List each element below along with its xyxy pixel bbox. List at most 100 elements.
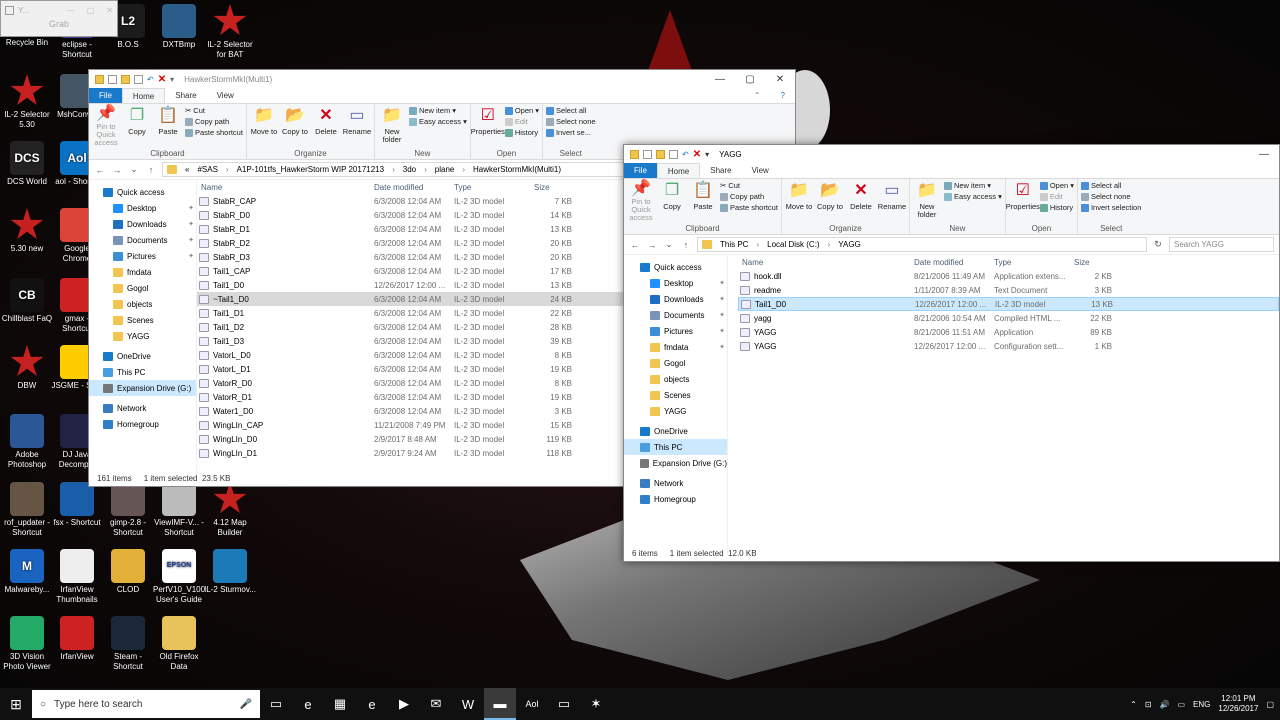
- breadcrumb-item[interactable]: Local Disk (C:): [767, 240, 819, 249]
- column-header[interactable]: Name: [738, 258, 910, 267]
- nav-item[interactable]: Desktop ✦: [624, 275, 727, 291]
- new-item-button[interactable]: New item ▾: [943, 181, 1002, 190]
- new-item-button[interactable]: New item ▾: [408, 106, 467, 115]
- desktop-icon-item[interactable]: ViewIMF-V... - Shortcut: [153, 482, 205, 538]
- nav-item[interactable]: fmdata: [89, 264, 196, 280]
- history-button[interactable]: History: [1039, 203, 1074, 212]
- pin-qa-icon[interactable]: [134, 74, 143, 84]
- select-all-button[interactable]: Select all: [545, 106, 596, 115]
- show-hidden-icon[interactable]: ⌃: [1130, 700, 1137, 709]
- network-tray-icon[interactable]: ⊡: [1145, 700, 1152, 709]
- cut-button[interactable]: ✂ Cut: [720, 181, 778, 190]
- desktop-icon-item[interactable]: IrfanView Thumbnails: [51, 549, 103, 605]
- edit-button[interactable]: Edit: [504, 117, 539, 126]
- cut-button[interactable]: ✂ Cut: [185, 106, 243, 115]
- copy-button[interactable]: ❐ Copy: [658, 181, 686, 222]
- column-header[interactable]: Type: [990, 258, 1070, 267]
- nav-item[interactable]: This PC: [89, 364, 196, 380]
- properties-button[interactable]: ☑ Properties: [471, 106, 505, 147]
- tab-home[interactable]: Home: [656, 163, 701, 178]
- rename-button[interactable]: ▭ Rename: [343, 106, 371, 147]
- table-row[interactable]: hook.dll 8/21/2006 11:49 AM Application ex…: [738, 269, 1279, 283]
- desktop-icon-item[interactable]: IL-2 Sturmov...: [204, 549, 256, 595]
- desktop-icon-item[interactable]: gimp-2.8 - Shortcut: [102, 482, 154, 538]
- nav-item[interactable]: OneDrive: [89, 348, 196, 364]
- desktop-icon-item[interactable]: Recycle Bin: [1, 38, 53, 48]
- easy-access-button[interactable]: Easy access ▾: [408, 117, 467, 126]
- nav-item[interactable]: Pictures ✦: [624, 323, 727, 339]
- explorer-window-yagg[interactable]: ↶ ✕ ▾ YAGG — File Home Share View 📌 Pin t…: [623, 144, 1280, 562]
- pin-quick-access-button[interactable]: 📌 Pin to Quick access: [627, 180, 655, 222]
- column-header[interactable]: Size: [1070, 258, 1116, 267]
- volume-icon[interactable]: 🔊: [1160, 700, 1170, 709]
- paste-button[interactable]: 📋 Paste: [689, 181, 717, 222]
- delete-button[interactable]: ✕ Delete: [847, 181, 875, 222]
- breadcrumb-item[interactable]: «: [185, 165, 189, 174]
- desktop-icon-item[interactable]: 5.30 new: [1, 208, 53, 254]
- nav-item[interactable]: Documents ✦: [624, 307, 727, 323]
- language-indicator[interactable]: ENG: [1193, 700, 1210, 709]
- table-row[interactable]: YAGG 12/26/2017 12:00 ... Configuration se…: [738, 339, 1279, 353]
- rename-button[interactable]: ▭ Rename: [878, 181, 906, 222]
- breadcrumb-item[interactable]: plane: [435, 165, 455, 174]
- copy-to-button[interactable]: 📂 Copy to: [281, 106, 309, 147]
- recent-locations-icon[interactable]: ⌄: [663, 239, 675, 250]
- column-header[interactable]: Date modified: [370, 183, 450, 192]
- nav-item[interactable]: objects: [624, 371, 727, 387]
- easy-access-button[interactable]: Easy access ▾: [943, 192, 1002, 201]
- task-view-icon[interactable]: ▭: [260, 688, 292, 720]
- paste-shortcut-button[interactable]: Paste shortcut: [720, 203, 778, 212]
- move-to-button[interactable]: 📁 Move to: [250, 106, 278, 147]
- desktop-icon-item[interactable]: IrfanView: [51, 616, 103, 662]
- forward-icon[interactable]: →: [646, 240, 658, 250]
- nav-item[interactable]: Homegroup: [624, 491, 727, 507]
- back-icon[interactable]: ←: [94, 165, 106, 175]
- nav-item[interactable]: Quick access: [624, 259, 727, 275]
- taskbar-search[interactable]: ○ Type here to search 🎤: [32, 690, 260, 718]
- tab-share[interactable]: Share: [700, 163, 741, 178]
- keyboard-icon[interactable]: ▭: [1177, 700, 1185, 709]
- tab-view[interactable]: View: [207, 88, 244, 103]
- invert-selection-button[interactable]: Invert selection: [1080, 203, 1141, 212]
- breadcrumb-item[interactable]: 3do: [403, 165, 416, 174]
- desktop-icon-item[interactable]: DXTBmp: [153, 4, 205, 50]
- breadcrumb-item[interactable]: YAGG: [838, 240, 861, 249]
- breadcrumb[interactable]: This PC › Local Disk (C:) › YAGG: [697, 237, 1147, 252]
- desktop-icon-item[interactable]: Adobe Photoshop: [1, 414, 53, 470]
- action-center-icon[interactable]: ▢: [1266, 700, 1274, 709]
- paste-shortcut-button[interactable]: Paste shortcut: [185, 128, 243, 137]
- customize-qa-icon[interactable]: ▾: [705, 150, 709, 159]
- select-none-button[interactable]: Select none: [1080, 192, 1141, 201]
- breadcrumb-item[interactable]: This PC: [720, 240, 748, 249]
- aol-icon[interactable]: Aol: [516, 688, 548, 720]
- mail-icon[interactable]: ✉: [420, 688, 452, 720]
- table-row[interactable]: Tail1_D0 12/26/2017 12:00 ... IL-2 3D mode…: [738, 297, 1279, 311]
- desktop-icon-item[interactable]: EPSON PerfV10_V100 User's Guide: [153, 549, 205, 605]
- nav-item[interactable]: Quick access: [89, 184, 196, 200]
- nav-item[interactable]: Pictures ✦: [89, 248, 196, 264]
- forward-icon[interactable]: →: [111, 165, 123, 175]
- nav-item[interactable]: Scenes: [89, 312, 196, 328]
- properties-button[interactable]: ☑ Properties: [1006, 181, 1040, 222]
- nav-item[interactable]: fmdata ✦: [624, 339, 727, 355]
- media-icon[interactable]: ▶: [388, 688, 420, 720]
- desktop-icon-item[interactable]: rof_updater - Shortcut: [1, 482, 53, 538]
- recent-locations-icon[interactable]: ⌄: [128, 164, 140, 175]
- grab-window[interactable]: Y... — ▢ ✕ Grab: [0, 0, 118, 37]
- column-header[interactable]: Date modified: [910, 258, 990, 267]
- store-icon[interactable]: ▦: [324, 688, 356, 720]
- help-icon[interactable]: ?: [771, 88, 795, 103]
- ie-icon[interactable]: e: [356, 688, 388, 720]
- column-header[interactable]: Name: [197, 183, 370, 192]
- desktop-icon-item[interactable]: 3D Vision Photo Viewer: [1, 616, 53, 672]
- desktop-icon-item[interactable]: CB Chillblast FaQ: [1, 278, 53, 324]
- properties-qa-icon[interactable]: [643, 149, 652, 159]
- delete-qa-icon[interactable]: ✕: [158, 74, 166, 84]
- minimize-icon[interactable]: —: [67, 6, 75, 15]
- tab-view[interactable]: View: [742, 163, 779, 178]
- column-header[interactable]: Type: [450, 183, 530, 192]
- desktop-icon-item[interactable]: IL-2 Selector for BAT: [204, 4, 256, 60]
- nav-item[interactable]: Scenes: [624, 387, 727, 403]
- new-folder-qa-icon[interactable]: [656, 149, 665, 159]
- tab-file[interactable]: File: [89, 88, 122, 103]
